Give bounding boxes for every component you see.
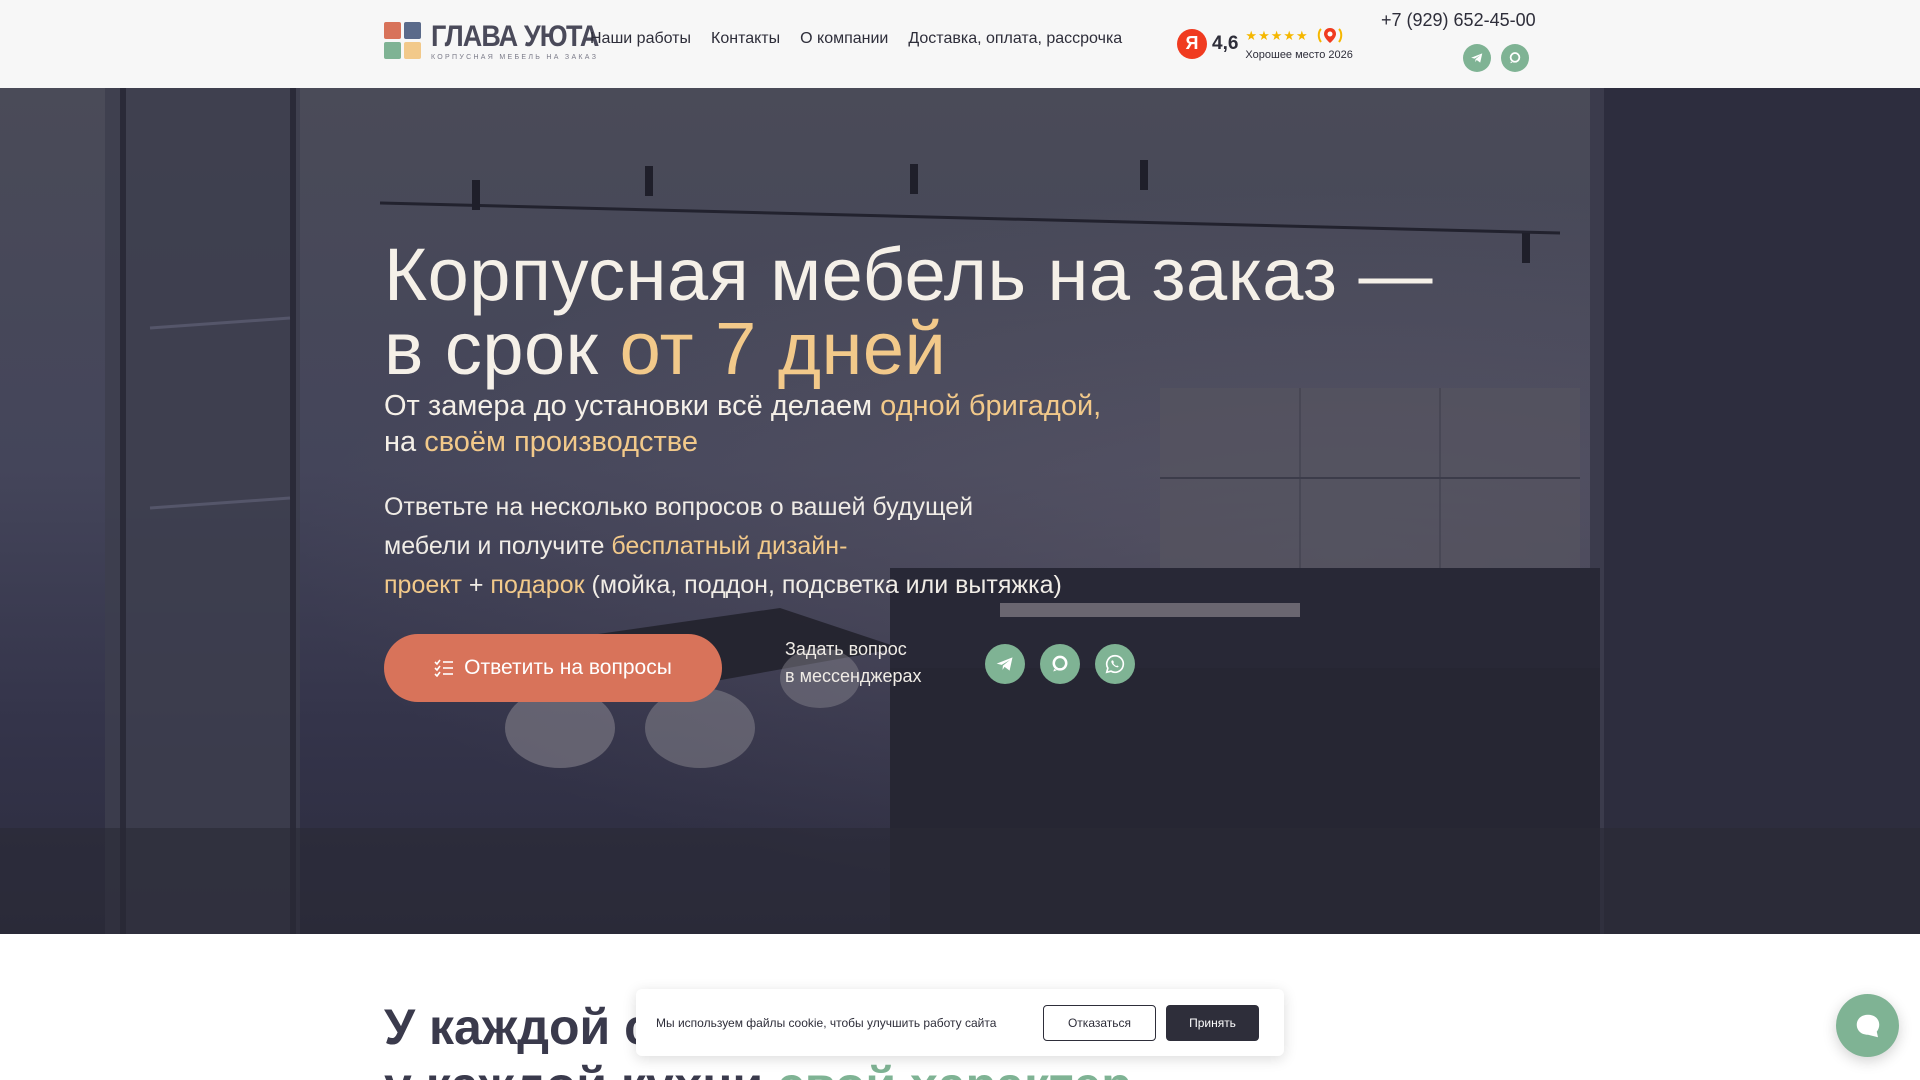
nav-item-about[interactable]: О компании (800, 30, 888, 48)
logo[interactable]: ГЛАВА УЮТА КОРПУСНАЯ МЕБЕЛЬ НА ЗАКАЗ (384, 22, 617, 61)
yandex-rating-badge[interactable]: Я 4,6 ★★★★★ Хорошее место 2026 (1177, 26, 1353, 61)
whatsapp-icon (1105, 654, 1125, 674)
ask-line1: Задать вопрос (785, 639, 907, 659)
cta-label: Ответить на вопросы (464, 656, 672, 679)
phone-link[interactable]: +7 (929) 652-45-00 (1381, 10, 1536, 31)
cookie-banner: Мы используем файлы cookie, чтобы улучши… (636, 989, 1284, 1056)
hero-sub-line2: на (384, 426, 425, 458)
cookie-decline-button[interactable]: Отказаться (1043, 1004, 1156, 1041)
chat-bubble-icon (1856, 1014, 1879, 1037)
hero-telegram-button[interactable] (985, 644, 1025, 684)
hero-title: Корпусная мебель на заказ — в срок от 7 … (384, 238, 1433, 386)
checklist-icon (434, 659, 454, 677)
hero-subtitle: От замера до установки всё делаем одной … (384, 388, 1101, 460)
hero-desc-line1: Ответьте на несколько вопросов о вашей б… (384, 493, 974, 521)
nav-item-works[interactable]: Наши работы (590, 30, 691, 48)
header-max-button[interactable] (1501, 44, 1529, 72)
hero-desc-plus: + (461, 571, 491, 599)
hero-max-button[interactable] (1040, 644, 1080, 684)
hero-desc-line3: (мойка, поддон, подсветка или вытяжка) (584, 571, 1062, 599)
logo-name: ГЛАВА УЮТА (431, 20, 599, 53)
max-messenger-icon (1509, 52, 1521, 64)
section-title-line2: у каждой кухни (384, 1057, 777, 1080)
cookie-accept-button[interactable]: Принять (1166, 1004, 1259, 1041)
nav-item-delivery[interactable]: Доставка, оплата, рассрочка (908, 30, 1122, 48)
answer-questions-button[interactable]: Ответить на вопросы (384, 634, 722, 702)
rating-stars: ★★★★★ (1245, 28, 1309, 43)
hero-description: Ответьте на несколько вопросов о вашей б… (384, 488, 1062, 605)
max-messenger-icon (1052, 655, 1068, 672)
rating-value: 4,6 (1212, 32, 1239, 54)
hero-sub-accent2: своём производстве (424, 426, 698, 458)
logo-mark-icon (384, 22, 421, 59)
hero-sub-line1: От замера до установки всё делаем (384, 390, 881, 422)
cookie-text: Мы используем файлы cookie, чтобы улучши… (656, 1015, 997, 1030)
logo-tagline: КОРПУСНАЯ МЕБЕЛЬ НА ЗАКАЗ (431, 54, 599, 61)
section-title-accent: свой характер (777, 1057, 1132, 1080)
hero-section: Корпусная мебель на заказ — в срок от 7 … (0, 88, 1920, 934)
good-place-pin-icon (1317, 26, 1343, 46)
hero-title-line1: Корпусная мебель на заказ — (384, 233, 1434, 316)
hero-whatsapp-button[interactable] (1095, 644, 1135, 684)
chat-widget-button[interactable] (1836, 994, 1899, 1057)
hero-sub-accent1: одной бригадой, (880, 390, 1102, 422)
hero-desc-accent3: подарок (490, 571, 585, 599)
hero-desc-accent2: проект (384, 571, 462, 599)
telegram-icon (1471, 53, 1483, 63)
header-telegram-button[interactable] (1463, 44, 1491, 72)
telegram-icon (996, 657, 1013, 671)
hero-desc-accent1: бесплатный дизайн- (611, 532, 848, 560)
hero-title-line2: в срок (384, 307, 620, 390)
hero-title-accent: от 7 дней (619, 307, 947, 390)
nav-item-contacts[interactable]: Контакты (711, 30, 780, 48)
rating-label: Хорошее место 2026 (1245, 49, 1353, 61)
ask-line2: в мессенджерах (785, 666, 922, 686)
hero-desc-line2: мебели и получите (384, 532, 612, 560)
site-header: ГЛАВА УЮТА КОРПУСНАЯ МЕБЕЛЬ НА ЗАКАЗ Наш… (0, 0, 1920, 88)
ask-in-messengers-text: Задать вопрос в мессенджерах (785, 636, 921, 690)
main-nav: Наши работы Контакты О компании Доставка… (590, 30, 1142, 48)
yandex-logo-icon: Я (1177, 28, 1207, 59)
